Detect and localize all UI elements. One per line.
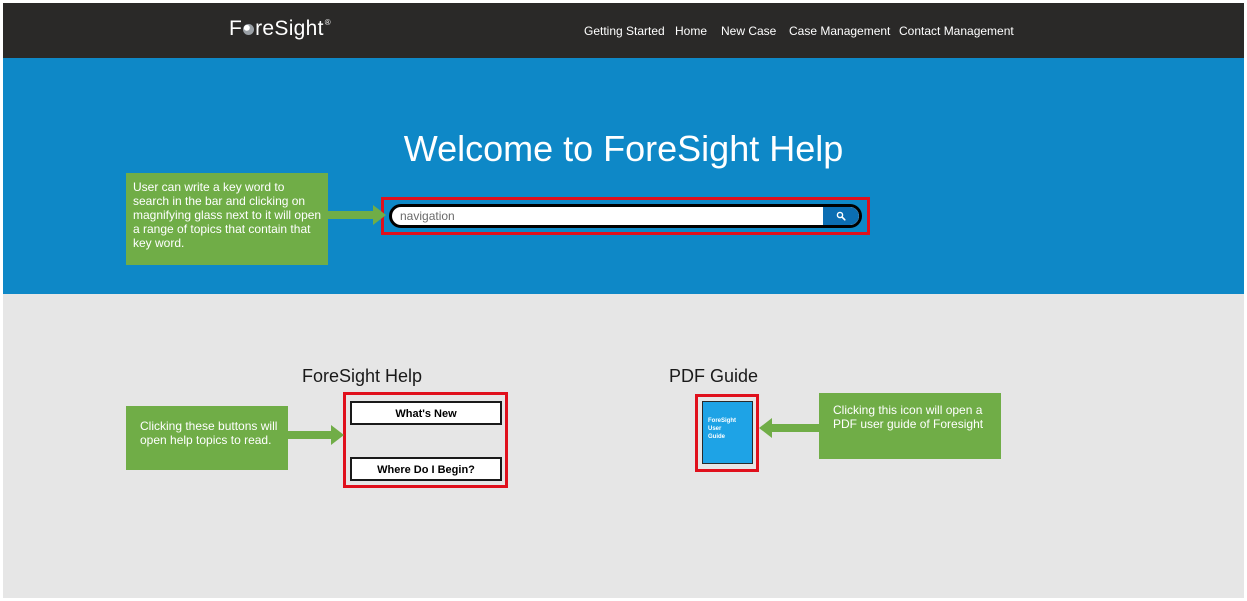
pdf-icon-line: ForeSight — [708, 418, 736, 424]
pdf-callout: Clicking this icon will open a PDF user … — [819, 393, 1001, 459]
page-title: Welcome to ForeSight Help — [403, 128, 844, 169]
help-callout-arrow — [288, 431, 333, 439]
where-do-i-begin-button[interactable]: Where Do I Begin? — [350, 457, 502, 481]
pdf-guide-icon[interactable]: ForeSight User Guide — [702, 401, 753, 464]
nav-getting-started[interactable]: Getting Started — [584, 24, 665, 38]
search-callout-arrowhead — [373, 205, 386, 225]
top-navigation-bar: FreSight® Getting Started Home New Case … — [3, 3, 1244, 58]
main-nav: Getting Started Home New Case Case Manag… — [3, 24, 1244, 38]
search-input[interactable] — [400, 207, 820, 225]
search-highlight-box — [381, 197, 870, 235]
search-callout: User can write a key word to search in t… — [126, 173, 328, 265]
pdf-guide-heading: PDF Guide — [669, 366, 759, 386]
search-callout-arrow — [328, 211, 375, 219]
pdf-icon-line: Guide — [708, 434, 726, 440]
nav-home[interactable]: Home — [675, 24, 707, 38]
whats-new-button[interactable]: What's New — [350, 401, 502, 425]
search-button[interactable] — [823, 207, 859, 225]
hero-banner: Welcome to ForeSight Help User can write… — [3, 58, 1244, 294]
pdf-guide-highlight: ForeSight User Guide — [695, 394, 759, 472]
nav-contact-management[interactable]: Contact Management — [899, 24, 1014, 38]
pdf-callout-arrowhead — [759, 418, 772, 438]
foresight-help-heading: ForeSight Help — [302, 366, 423, 386]
content-section: ForeSight Help PDF Guide What's New Wher… — [3, 294, 1244, 598]
nav-case-management[interactable]: Case Management — [789, 24, 890, 38]
help-callout-arrowhead — [331, 425, 344, 445]
search-icon — [836, 211, 846, 221]
help-buttons-highlight: What's New Where Do I Begin? — [343, 392, 508, 488]
search-bar — [389, 204, 862, 228]
help-callout: Clicking these buttons will open help to… — [126, 406, 288, 470]
nav-new-case[interactable]: New Case — [721, 24, 776, 38]
pdf-icon-line: User — [708, 426, 722, 432]
page-frame: FreSight® Getting Started Home New Case … — [3, 3, 1244, 598]
pdf-callout-arrow — [772, 424, 819, 432]
